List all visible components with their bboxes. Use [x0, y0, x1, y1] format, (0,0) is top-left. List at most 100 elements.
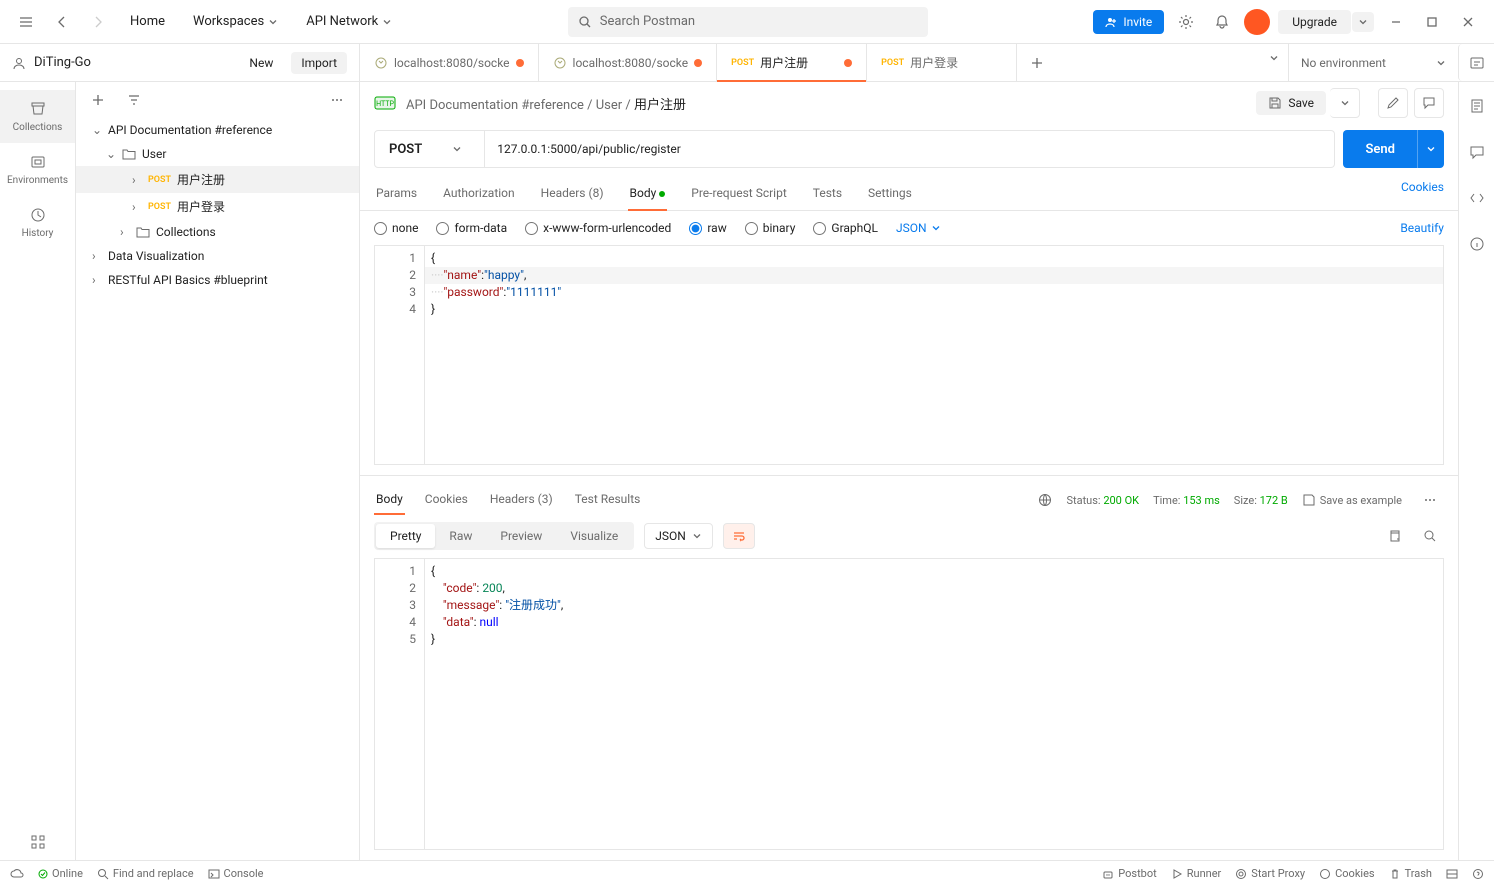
- avatar[interactable]: [1244, 9, 1270, 35]
- new-button[interactable]: New: [239, 52, 283, 74]
- resp-tab-cookies[interactable]: Cookies: [423, 486, 470, 514]
- footer-trash[interactable]: Trash: [1389, 867, 1432, 880]
- close-icon[interactable]: [1454, 8, 1482, 36]
- search-input[interactable]: Search Postman: [568, 7, 928, 37]
- tab-headers[interactable]: Headers (8): [539, 180, 606, 210]
- import-button[interactable]: Import: [291, 52, 347, 74]
- code-icon[interactable]: [1463, 184, 1491, 212]
- env-quicklook-icon[interactable]: [1458, 44, 1494, 81]
- body-language-selector[interactable]: JSON: [896, 221, 941, 235]
- invite-button[interactable]: Invite: [1093, 10, 1164, 34]
- edit-icon[interactable]: [1378, 88, 1408, 118]
- workspaces-link[interactable]: Workspaces: [183, 8, 288, 35]
- footer-postbot[interactable]: Postbot: [1102, 867, 1156, 880]
- search-icon: [578, 15, 592, 29]
- body-none[interactable]: none: [374, 221, 418, 235]
- tab-prerequest[interactable]: Pre-request Script: [689, 180, 788, 210]
- resp-raw[interactable]: Raw: [435, 524, 486, 548]
- tree-collection[interactable]: ⌄API Documentation #reference: [76, 118, 359, 142]
- tree-collection-rest[interactable]: ›RESTful API Basics #blueprint: [76, 268, 359, 292]
- tab-register[interactable]: POST 用户注册: [717, 44, 867, 81]
- environment-selector[interactable]: No environment: [1288, 44, 1458, 81]
- chevron-down-icon: [268, 17, 278, 27]
- body-formdata[interactable]: form-data: [436, 221, 507, 235]
- comments-icon[interactable]: [1463, 138, 1491, 166]
- resp-tab-headers[interactable]: Headers (3): [488, 486, 555, 514]
- more-icon[interactable]: [323, 86, 351, 114]
- tab-settings[interactable]: Settings: [866, 180, 914, 210]
- tab-socket2[interactable]: localhost:8080/socke: [539, 44, 718, 81]
- footer-proxy[interactable]: Start Proxy: [1235, 867, 1305, 880]
- search-response-icon[interactable]: [1416, 522, 1444, 550]
- filter-icon[interactable]: [120, 86, 148, 114]
- footer-console[interactable]: Console: [208, 867, 264, 880]
- add-tab-button[interactable]: [1017, 44, 1057, 81]
- documentation-icon[interactable]: [1463, 92, 1491, 120]
- minimize-icon[interactable]: [1382, 8, 1410, 36]
- rail-history[interactable]: History: [0, 196, 75, 249]
- resp-pretty[interactable]: Pretty: [376, 524, 435, 548]
- tree-collection-dv[interactable]: ›Data Visualization: [76, 244, 359, 268]
- rail-configure[interactable]: [0, 824, 75, 860]
- tab-socket1[interactable]: localhost:8080/socke: [360, 44, 539, 81]
- request-body-editor[interactable]: 1234 { ····"name":"happy", ····"password…: [374, 245, 1444, 465]
- tab-body[interactable]: Body: [628, 180, 668, 210]
- upgrade-dropdown[interactable]: [1352, 12, 1374, 32]
- unsaved-dot: [844, 59, 852, 67]
- url-input[interactable]: 127.0.0.1:5000/api/public/register: [485, 130, 1335, 168]
- tree-request-login[interactable]: ›POST用户登录: [76, 193, 359, 220]
- tree-request-register[interactable]: ›POST用户注册: [76, 166, 359, 193]
- footer-runner[interactable]: Runner: [1171, 867, 1222, 880]
- tab-overflow-icon[interactable]: [1260, 44, 1288, 72]
- footer-online[interactable]: Online: [38, 867, 83, 880]
- api-network-link[interactable]: API Network: [296, 8, 402, 35]
- footer-cookies[interactable]: Cookies: [1319, 867, 1374, 880]
- beautify-button[interactable]: Beautify: [1400, 221, 1444, 235]
- tab-login[interactable]: POST 用户登录: [867, 44, 1017, 81]
- maximize-icon[interactable]: [1418, 8, 1446, 36]
- breadcrumb[interactable]: API Documentation #reference / User / 用户…: [406, 94, 686, 113]
- resp-tab-tests[interactable]: Test Results: [573, 486, 643, 514]
- tab-authorization[interactable]: Authorization: [441, 180, 517, 210]
- footer-layout[interactable]: [1446, 867, 1458, 880]
- rail-collections[interactable]: Collections: [0, 90, 75, 143]
- menu-icon[interactable]: [12, 8, 40, 36]
- save-dropdown[interactable]: [1330, 88, 1360, 118]
- footer-find[interactable]: Find and replace: [97, 867, 194, 880]
- info-icon[interactable]: [1463, 230, 1491, 258]
- footer-sync[interactable]: [10, 869, 24, 879]
- save-button[interactable]: Save: [1256, 91, 1326, 115]
- notifications-icon[interactable]: [1208, 8, 1236, 36]
- settings-icon[interactable]: [1172, 8, 1200, 36]
- body-xwww[interactable]: x-www-form-urlencoded: [525, 221, 671, 235]
- resp-visualize[interactable]: Visualize: [556, 524, 632, 548]
- send-button[interactable]: Send: [1343, 130, 1444, 168]
- back-icon[interactable]: [48, 8, 76, 36]
- workspace-name[interactable]: DiTing-Go: [34, 55, 91, 70]
- upgrade-button[interactable]: Upgrade: [1278, 10, 1351, 34]
- cookies-link[interactable]: Cookies: [1401, 180, 1444, 210]
- add-icon[interactable]: [84, 86, 112, 114]
- rail-environments[interactable]: Environments: [0, 143, 75, 196]
- forward-icon[interactable]: [84, 8, 112, 36]
- comment-icon[interactable]: [1414, 88, 1444, 118]
- resp-tab-body[interactable]: Body: [374, 486, 405, 514]
- send-dropdown[interactable]: [1417, 130, 1444, 168]
- resp-language-selector[interactable]: JSON: [644, 523, 713, 549]
- home-link[interactable]: Home: [120, 8, 175, 35]
- more-icon[interactable]: [1416, 486, 1444, 514]
- resp-preview[interactable]: Preview: [486, 524, 556, 548]
- copy-icon[interactable]: [1380, 522, 1408, 550]
- tree-folder-user[interactable]: ⌄User: [76, 142, 359, 166]
- save-as-example-button[interactable]: Save as example: [1302, 493, 1402, 507]
- method-selector[interactable]: POST: [374, 130, 485, 168]
- wrap-lines-button[interactable]: [723, 523, 755, 549]
- tree-folder-collections[interactable]: ›Collections: [76, 220, 359, 244]
- body-raw[interactable]: raw: [689, 221, 726, 235]
- body-binary[interactable]: binary: [745, 221, 796, 235]
- tab-tests[interactable]: Tests: [811, 180, 844, 210]
- response-body-editor[interactable]: 12345 { "code": 200, "message": "注册成功", …: [374, 558, 1444, 850]
- footer-help[interactable]: [1472, 867, 1484, 880]
- tab-params[interactable]: Params: [374, 180, 419, 210]
- body-graphql[interactable]: GraphQL: [813, 221, 878, 235]
